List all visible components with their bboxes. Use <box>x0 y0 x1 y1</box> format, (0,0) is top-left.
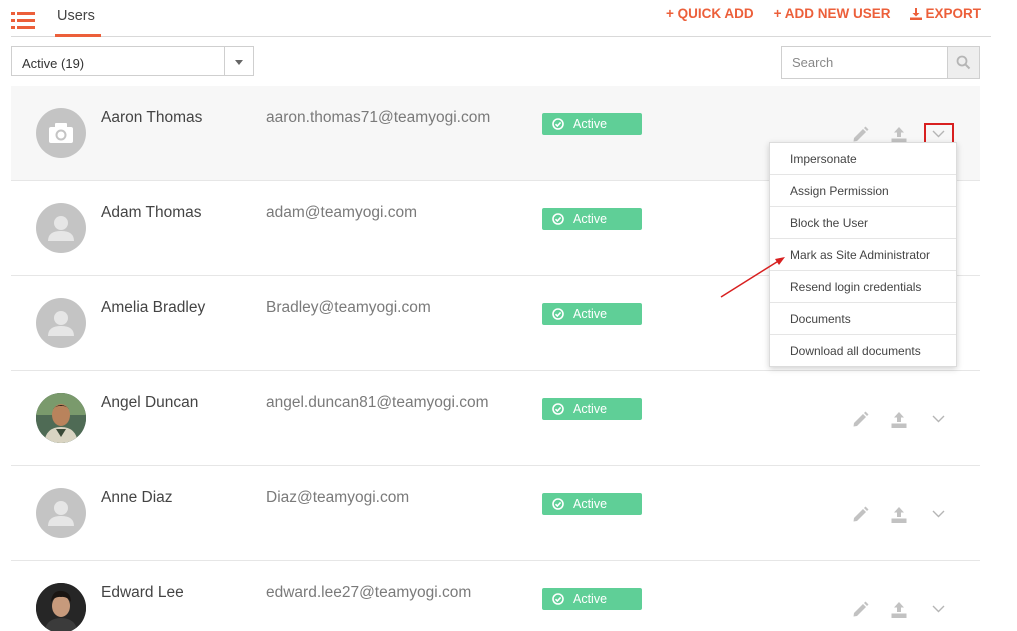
check-circle-icon <box>552 213 564 225</box>
search-box <box>781 46 980 79</box>
menu-item-mark-site-admin[interactable]: Mark as Site Administrator <box>770 239 956 271</box>
row-menu-toggle[interactable] <box>924 598 954 623</box>
user-email: Bradley@teamyogi.com <box>266 299 431 316</box>
upload-icon[interactable] <box>890 506 908 524</box>
pencil-icon[interactable] <box>851 601 869 619</box>
status-badge: Active <box>542 113 642 135</box>
pencil-icon[interactable] <box>851 411 869 429</box>
row-actions <box>849 601 969 623</box>
status-badge: Active <box>542 208 642 230</box>
quick-add-label: + QUICK ADD <box>665 6 754 21</box>
row-menu-toggle[interactable] <box>924 503 954 528</box>
header-actions: + QUICK ADD + ADD NEW USER EXPORT <box>666 0 981 28</box>
user-name[interactable]: Edward Lee <box>101 584 184 602</box>
chevron-down-icon <box>932 605 945 613</box>
user-email: angel.duncan81@teamyogi.com <box>266 394 489 411</box>
user-photo <box>36 393 86 443</box>
user-email: Diaz@teamyogi.com <box>266 489 410 506</box>
check-circle-icon <box>552 118 564 130</box>
user-name[interactable]: Angel Duncan <box>101 394 198 412</box>
avatar-person-placeholder <box>36 488 86 538</box>
user-row: Angel Duncan angel.duncan81@teamyogi.com… <box>11 371 980 466</box>
search-icon <box>956 55 971 70</box>
chevron-down-icon <box>932 415 945 423</box>
row-actions <box>849 411 969 433</box>
status-badge: Active <box>542 588 642 610</box>
chevron-down-icon <box>932 510 945 518</box>
list-menu-icon[interactable] <box>11 12 35 30</box>
avatar-person-placeholder <box>36 298 86 348</box>
user-actions-dropdown: Impersonate Assign Permission Block the … <box>769 142 957 367</box>
avatar-person-placeholder <box>36 203 86 253</box>
user-row: Anne Diaz Diaz@teamyogi.com Active <box>11 466 980 561</box>
camera-icon <box>49 123 73 143</box>
user-name[interactable]: Amelia Bradley <box>101 299 205 317</box>
user-name[interactable]: Aaron Thomas <box>101 109 202 127</box>
status-label: Active <box>573 402 608 416</box>
users-page: Users + QUICK ADD + ADD NEW USER EXPORT … <box>0 0 1017 631</box>
check-circle-icon <box>552 498 564 510</box>
status-label: Active <box>573 497 608 511</box>
pencil-icon[interactable] <box>851 506 869 524</box>
menu-item-documents[interactable]: Documents <box>770 303 956 335</box>
row-actions <box>849 506 969 528</box>
check-circle-icon <box>552 403 564 415</box>
filter-dropdown-toggle[interactable] <box>224 47 253 75</box>
tab-users[interactable]: Users <box>55 0 101 37</box>
person-icon <box>48 216 74 241</box>
user-email: adam@teamyogi.com <box>266 204 417 221</box>
avatar-photo <box>36 393 86 443</box>
user-email: aaron.thomas71@teamyogi.com <box>266 109 491 126</box>
menu-item-assign-permission[interactable]: Assign Permission <box>770 175 956 207</box>
avatar-camera-placeholder <box>36 108 86 158</box>
chevron-down-icon <box>932 130 945 138</box>
user-name[interactable]: Adam Thomas <box>101 204 202 222</box>
export-label: EXPORT <box>925 6 981 21</box>
status-badge: Active <box>542 303 642 325</box>
download-icon <box>910 8 923 20</box>
status-label: Active <box>573 212 608 226</box>
check-circle-icon <box>552 593 564 605</box>
avatar-photo <box>36 583 86 631</box>
menu-item-impersonate[interactable]: Impersonate <box>770 143 956 175</box>
menu-item-block-user[interactable]: Block the User <box>770 207 956 239</box>
add-new-user-label: + ADD NEW USER <box>773 6 891 21</box>
status-label: Active <box>573 117 608 131</box>
check-circle-icon <box>552 308 564 320</box>
status-badge: Active <box>542 398 642 420</box>
status-label: Active <box>573 307 608 321</box>
quick-add-link[interactable]: + QUICK ADD <box>666 0 754 28</box>
person-icon <box>48 311 74 336</box>
upload-icon[interactable] <box>890 601 908 619</box>
search-input[interactable] <box>782 47 948 78</box>
menu-item-download-documents[interactable]: Download all documents <box>770 335 956 367</box>
upload-icon[interactable] <box>890 411 908 429</box>
person-icon <box>48 501 74 526</box>
row-menu-toggle[interactable] <box>924 408 954 433</box>
caret-down-icon <box>235 60 243 65</box>
menu-item-resend-credentials[interactable]: Resend login credentials <box>770 271 956 303</box>
status-label: Active <box>573 592 608 606</box>
user-row: Edward Lee edward.lee27@teamyogi.com Act… <box>11 561 980 631</box>
user-name[interactable]: Anne Diaz <box>101 489 173 507</box>
status-badge: Active <box>542 493 642 515</box>
export-link[interactable]: EXPORT <box>910 0 981 28</box>
user-photo <box>36 583 86 631</box>
top-bar: Users + QUICK ADD + ADD NEW USER EXPORT <box>11 0 991 37</box>
add-new-user-link[interactable]: + ADD NEW USER <box>774 0 891 28</box>
status-filter-select[interactable]: Active (19) <box>11 46 254 76</box>
status-filter-value: Active (19) <box>22 56 85 71</box>
search-button[interactable] <box>947 47 979 78</box>
page-gutter <box>991 0 1017 631</box>
user-email: edward.lee27@teamyogi.com <box>266 584 472 601</box>
